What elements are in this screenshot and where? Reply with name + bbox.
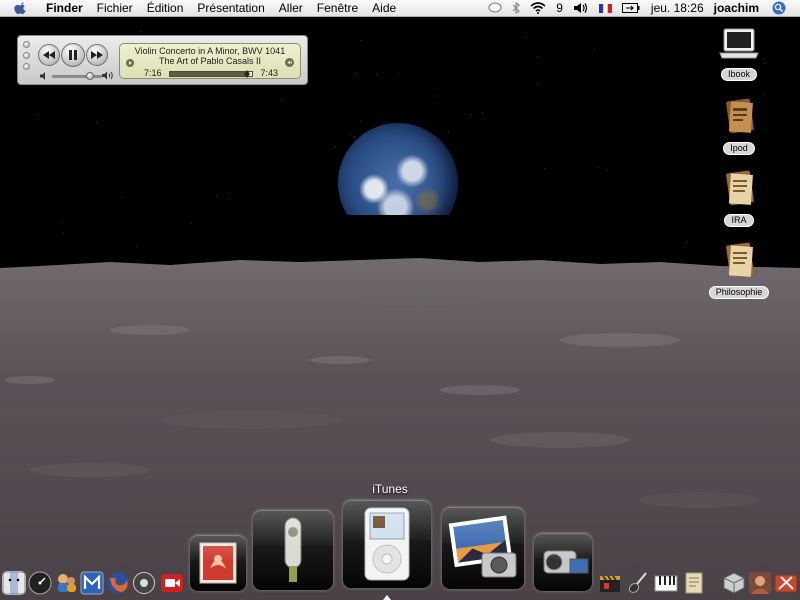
- person-photo-icon: [749, 572, 771, 594]
- earth-planet: [338, 123, 458, 215]
- dock-item-piano[interactable]: [654, 571, 678, 595]
- desktop-icon-ibook[interactable]: Ibook: [699, 26, 779, 82]
- close-window-button[interactable]: [23, 41, 30, 48]
- dock-item-person-photo[interactable]: [748, 571, 772, 595]
- menu-aller[interactable]: Aller: [272, 0, 310, 17]
- dock-item-clapper[interactable]: [598, 571, 622, 595]
- menu-edition[interactable]: Édition: [140, 0, 191, 17]
- menu-app-finder[interactable]: Finder: [36, 0, 90, 17]
- dock-item-tools[interactable]: [774, 571, 798, 595]
- desktop-icon-label: Ipod: [723, 142, 755, 155]
- spotlight-search-icon[interactable]: [772, 1, 786, 15]
- guitar-icon: [628, 572, 647, 593]
- desktop-icon-label: Philosophie: [708, 286, 770, 299]
- menu-fenetre[interactable]: Fenêtre: [310, 0, 365, 17]
- dock-item-itunes[interactable]: [343, 500, 431, 588]
- lcd-play-icon[interactable]: [126, 59, 134, 67]
- dock-item-guitar[interactable]: [626, 571, 650, 595]
- menubar-user[interactable]: joachim: [714, 1, 759, 15]
- snapback-icon[interactable]: [285, 58, 294, 67]
- document-folder-icon: [726, 98, 754, 134]
- dock-item-notes[interactable]: [682, 571, 706, 595]
- bluetooth-icon[interactable]: [512, 2, 521, 14]
- lcd-display[interactable]: Violin Concerto in A Minor, BWV 1041 The…: [119, 43, 301, 79]
- volume-slider[interactable]: [52, 75, 102, 78]
- word-m-icon: [80, 571, 104, 595]
- wifi-icon[interactable]: [530, 2, 546, 14]
- video-conference-icon: [161, 574, 183, 592]
- laptop-icon: [719, 28, 759, 59]
- dock-item-ichat[interactable]: [54, 571, 78, 595]
- document-folder-icon: [726, 242, 754, 278]
- volume-icon[interactable]: [573, 2, 589, 14]
- dashboard-gauge-icon: [28, 571, 52, 595]
- desktop-icon-ira[interactable]: IRA: [699, 168, 779, 228]
- document-folder-icon: [726, 170, 754, 206]
- progress-diamond-knob[interactable]: [244, 70, 251, 78]
- dock-item-usb-drive[interactable]: [253, 510, 333, 590]
- desktop-icon-philosophie[interactable]: Philosophie: [699, 240, 779, 300]
- elapsed-time[interactable]: 7:16: [144, 68, 162, 79]
- menu-aide[interactable]: Aide: [365, 0, 403, 17]
- dock-item-finder[interactable]: [2, 571, 26, 595]
- dock-item-word[interactable]: [80, 571, 104, 595]
- speech-bubble-icon[interactable]: [488, 2, 502, 14]
- dock-item-mail[interactable]: [190, 535, 246, 591]
- menu-presentation[interactable]: Présentation: [190, 0, 271, 17]
- finder-icon: [2, 571, 26, 595]
- volume-low-icon: [40, 72, 45, 80]
- volume-slider-knob[interactable]: [85, 72, 94, 80]
- clapper-icon: [600, 575, 620, 592]
- firefox-icon: [107, 572, 129, 594]
- dock-item-disk-utility[interactable]: [132, 571, 156, 595]
- dock-item-video-conference[interactable]: [160, 571, 184, 595]
- tools-icon: [774, 574, 798, 593]
- volume-high-icon: [102, 71, 113, 80]
- desktop-icon-label: Ibook: [720, 68, 758, 81]
- dock-item-cube[interactable]: [722, 571, 746, 595]
- itunes-mini-player[interactable]: Violin Concerto in A Minor, BWV 1041 The…: [17, 35, 308, 85]
- dock-running-indicator: [383, 595, 391, 600]
- piano-icon: [654, 575, 678, 592]
- dock-item-dashboard[interactable]: [28, 571, 52, 595]
- apple-menu-icon[interactable]: [14, 1, 28, 15]
- disk-utility-icon: [133, 572, 155, 594]
- next-track-button[interactable]: [86, 44, 108, 66]
- dock-item-imovie[interactable]: [534, 533, 592, 591]
- progress-bar[interactable]: [169, 70, 253, 78]
- battery-digit[interactable]: 9: [556, 1, 563, 15]
- track-album: The Art of Pablo Casals II: [158, 56, 262, 66]
- desktop-icon-ipod[interactable]: Ipod: [699, 96, 779, 156]
- rewind-icon: [43, 51, 55, 59]
- total-duration[interactable]: 7:43: [260, 68, 278, 79]
- notes-icon: [685, 572, 703, 594]
- pause-icon: [69, 50, 77, 60]
- menubar-clock[interactable]: jeu. 18:26: [651, 1, 704, 15]
- fast-forward-icon: [91, 51, 103, 59]
- dock-item-firefox[interactable]: [106, 571, 130, 595]
- dock-hover-label: iTunes: [372, 482, 408, 496]
- dock-item-iphoto[interactable]: [442, 507, 524, 589]
- menu-fichier[interactable]: Fichier: [90, 0, 140, 17]
- french-flag-icon[interactable]: [598, 3, 612, 13]
- menu-bar: Finder Fichier Édition Présentation Alle…: [0, 0, 800, 17]
- minimize-window-button[interactable]: [23, 52, 30, 59]
- cube-icon: [723, 572, 745, 594]
- zoom-window-button[interactable]: [23, 63, 30, 70]
- desktop-icon-label: IRA: [724, 214, 754, 227]
- progress-fill: [170, 72, 248, 76]
- pause-button[interactable]: [61, 43, 85, 67]
- previous-track-button[interactable]: [38, 44, 60, 66]
- window-buttons: [23, 41, 30, 74]
- ichat-icon: [58, 574, 76, 592]
- battery-icon[interactable]: [621, 3, 640, 13]
